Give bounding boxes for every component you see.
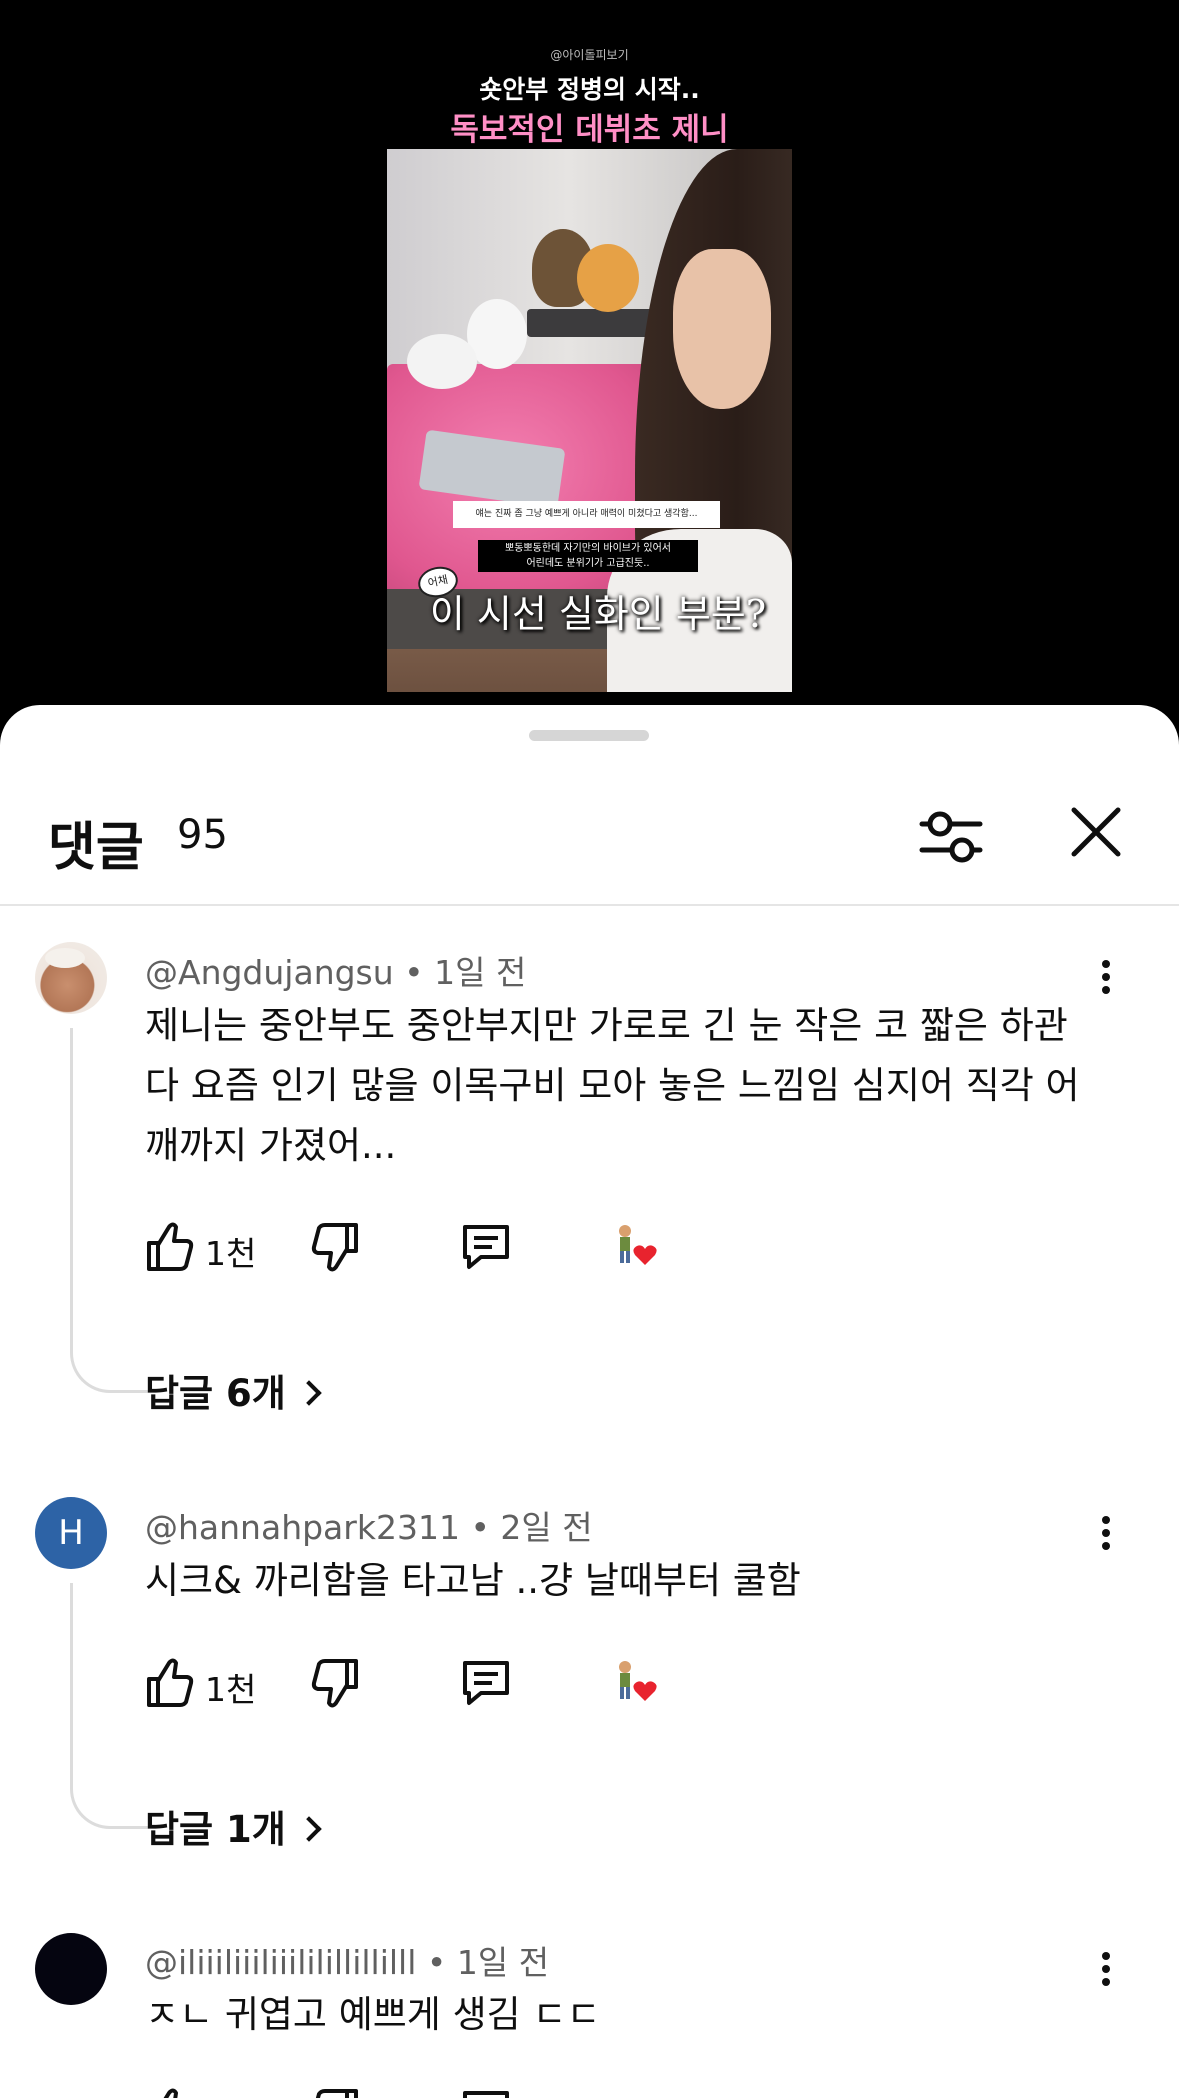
thumbs-down-icon (311, 1659, 358, 1708)
video-player[interactable]: @아이돌피보기 숏안부 정병의 시작.. 독보적인 데뷔초 제니 얘는 진짜 좀… (0, 0, 1179, 705)
comment-author[interactable]: @Angdujangsu (145, 953, 394, 992)
like-button[interactable] (145, 2085, 205, 2098)
video-title-line1: 숏안부 정병의 시작.. (479, 75, 700, 104)
video-watermark: @아이돌피보기 (550, 48, 629, 62)
sort-filter-button[interactable] (918, 804, 984, 870)
view-replies-button[interactable]: 답글 1개 (145, 1799, 322, 1853)
chevron-right-icon (296, 1380, 322, 1406)
comments-title: 댓글 (48, 818, 144, 878)
meta-separator: • (426, 1943, 457, 1982)
close-icon (1071, 807, 1121, 857)
thread-line (70, 1583, 148, 1829)
comment-meta: @hannahpark2311 • 2일 전 (145, 1501, 593, 1549)
drag-handle[interactable] (529, 730, 649, 741)
comment-author[interactable]: @iliiiliiiliiililillillilll (145, 1943, 416, 1982)
view-replies-button[interactable]: 답글 6개 (145, 1363, 322, 1417)
like-count: 1천 (205, 1670, 257, 1709)
more-vertical-icon (1090, 960, 1122, 994)
video-caption-main: 이 시선 실화인 부분? (429, 592, 767, 636)
like-button[interactable]: 1천 (145, 1655, 265, 1711)
comment-time: 2일 전 (500, 1508, 593, 1547)
comment-text: 시크& 까리함을 타고남 ..걍 날때부터 쿨함 (145, 1559, 801, 1602)
reply-button[interactable] (459, 1219, 515, 1275)
header-divider (0, 904, 1179, 906)
avatar[interactable] (35, 1933, 107, 2005)
close-button[interactable] (1068, 804, 1124, 860)
more-vertical-icon (1090, 1516, 1122, 1550)
thread-line (70, 1028, 148, 1393)
video-caption-top: 얘는 진짜 좀 그냥 예쁘게 아니라 매력이 미쳤다고 생각함... (453, 501, 720, 528)
sliders-icon (919, 811, 983, 863)
comment-meta: @iliiiliiiliiililillillilll • 1일 전 (145, 1936, 549, 1984)
creator-heart-icon (611, 1655, 671, 1711)
comment-text: 제니는 중안부도 중안부지만 가로로 긴 눈 작은 코 짧은 하관 다 요즘 인… (145, 1004, 1080, 1167)
dislike-button[interactable] (310, 1655, 362, 1711)
more-vertical-icon (1090, 1952, 1122, 1986)
comment-icon (463, 1225, 509, 1269)
dislike-button[interactable] (310, 2085, 362, 2098)
meta-separator: • (470, 1508, 501, 1547)
comment-actions (145, 2085, 745, 2098)
comment-time: 1일 전 (434, 953, 527, 992)
video-title-line2: 독보적인 데뷔초 제니 (450, 112, 729, 148)
comment-author[interactable]: @hannahpark2311 (145, 1508, 460, 1547)
replies-label: 답글 1개 (145, 1808, 286, 1851)
comment-text: ㅈㄴ 귀엽고 예쁘게 생김 ㄷㄷ (145, 1993, 601, 2036)
dislike-button[interactable] (310, 1219, 362, 1275)
comments-count: 95 (177, 812, 228, 858)
video-caption-mid-line1: 뽀동뽀동한데 자기만의 바이브가 있어서 (505, 543, 671, 554)
comment-time: 1일 전 (456, 1943, 550, 1982)
comment-actions: 1천 (145, 1655, 745, 1711)
comment-actions: 1천 (145, 1219, 745, 1275)
reply-button[interactable] (459, 2085, 515, 2098)
replies-label: 답글 6개 (145, 1372, 286, 1415)
comment-icon (463, 2091, 509, 2098)
video-caption-mid-line2: 어린데도 분위기가 고급진듯.. (526, 558, 650, 569)
video-caption-mid: 뽀동뽀동한데 자기만의 바이브가 있어서 어린데도 분위기가 고급진듯.. (478, 540, 698, 572)
thumbs-up-icon (147, 1658, 194, 1707)
thumbs-down-icon (315, 2089, 358, 2098)
thumbs-up-icon (147, 1222, 194, 1271)
avatar[interactable] (35, 942, 107, 1014)
thumbs-up-icon (163, 2088, 178, 2098)
chevron-right-icon (296, 1816, 322, 1842)
meta-separator: • (404, 953, 435, 992)
comments-sheet: 댓글 95 @Angdujangsu • 1일 전 제니는 중안부도 중안부지만… (0, 705, 1179, 2098)
avatar[interactable]: H (35, 1497, 107, 1569)
comment-icon (463, 1661, 509, 1705)
thumbs-down-icon (311, 1223, 358, 1272)
like-button[interactable]: 1천 (145, 1219, 265, 1275)
creator-heart-icon (611, 1219, 671, 1275)
reply-button[interactable] (459, 1655, 515, 1711)
comment-meta: @Angdujangsu • 1일 전 (145, 946, 526, 994)
like-count: 1천 (205, 1234, 257, 1273)
